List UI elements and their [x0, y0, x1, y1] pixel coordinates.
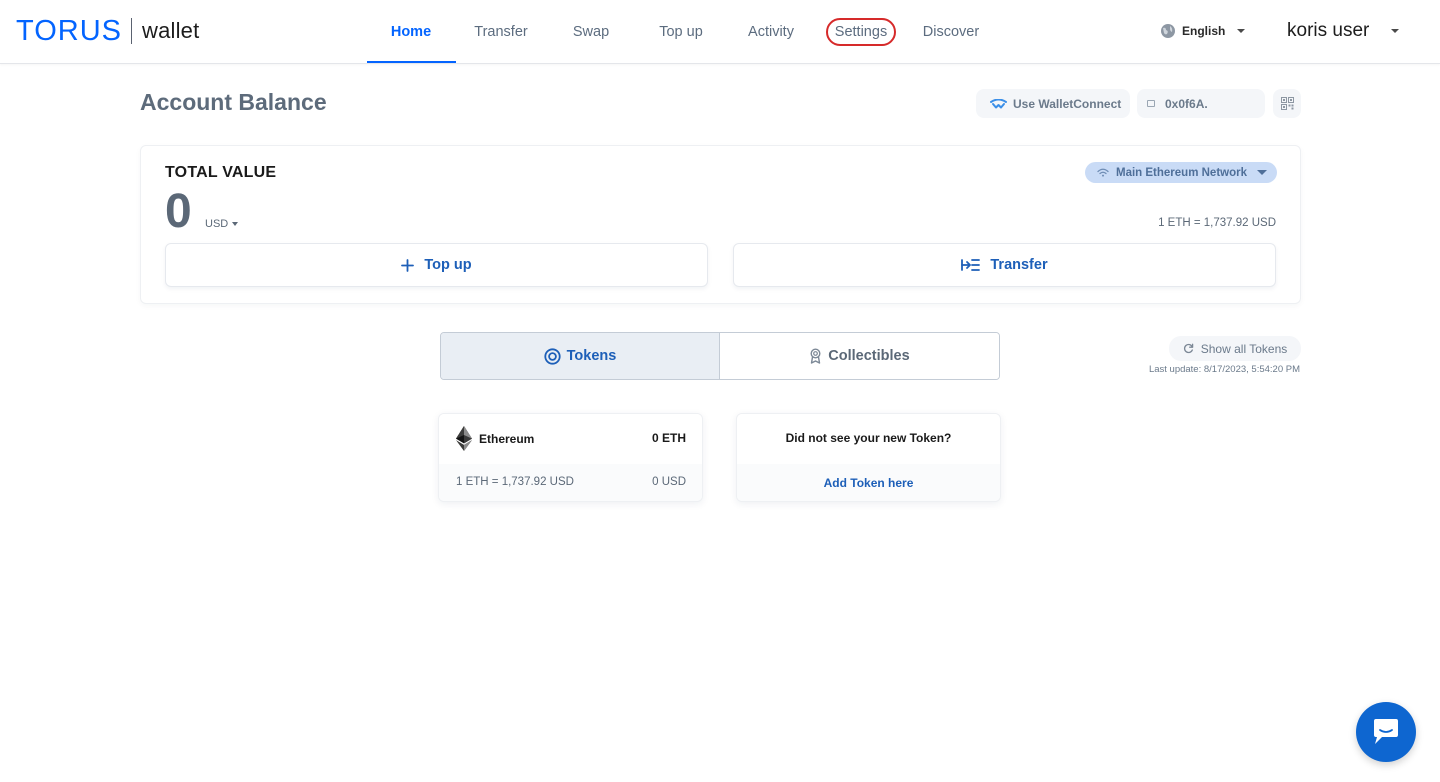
support-chat-button[interactable] — [1356, 702, 1416, 762]
plus-icon — [401, 258, 415, 272]
token-name: Ethereum — [479, 432, 535, 446]
currency-label: USD — [205, 218, 229, 230]
torus-wallet-logo[interactable]: TORUS wallet — [16, 16, 199, 46]
nav-transfer-label: Transfer — [474, 24, 528, 40]
show-all-tokens-label: Show all Tokens — [1200, 341, 1288, 356]
total-value-label: TOTAL VALUE — [165, 164, 277, 181]
show-all-tokens-button[interactable]: Show all Tokens — [1169, 336, 1301, 361]
nav-swap[interactable]: Swap — [546, 0, 636, 64]
qr-code-icon — [1280, 97, 1294, 110]
eth-usd-rate: 1 ETH = 1,737.92 USD — [1158, 217, 1276, 229]
chevron-down-icon — [1391, 29, 1400, 33]
chevron-down-icon — [1237, 29, 1246, 33]
address-copy-button[interactable]: 0x0f6A. — [1137, 89, 1265, 118]
tab-collectibles[interactable]: Collectibles — [720, 333, 999, 379]
asset-tabs: Tokens Collectibles — [440, 332, 1000, 380]
language-label: English — [1182, 24, 1226, 38]
language-selector[interactable]: English — [1160, 22, 1246, 40]
total-value-card: TOTAL VALUE 0 USD Main Ethereum Network … — [140, 145, 1301, 304]
qr-code-button[interactable] — [1273, 89, 1301, 118]
nav-settings-label: Settings — [834, 24, 888, 40]
add-token-header: Did not see your new Token? — [737, 414, 1000, 464]
chevron-down-icon — [1257, 170, 1267, 175]
network-selector[interactable]: Main Ethereum Network — [1085, 162, 1277, 183]
tab-tokens-label: Tokens — [566, 348, 617, 364]
currency-selector[interactable]: USD — [205, 218, 239, 230]
token-value-usd: 0 USD — [652, 476, 686, 488]
nav-discover-label: Discover — [922, 24, 980, 40]
refresh-icon — [1183, 343, 1193, 354]
collectibles-icon — [810, 348, 821, 364]
nav-swap-label: Swap — [572, 24, 610, 40]
walletconnect-icon — [990, 98, 1007, 108]
chat-icon — [1374, 719, 1398, 744]
nav-top-up-label: Top up — [659, 24, 703, 40]
transfer-label: Transfer — [990, 257, 1048, 273]
page-title: Account Balance — [140, 89, 327, 115]
tab-tokens[interactable]: Tokens — [441, 333, 720, 379]
tab-collectibles-label: Collectibles — [828, 348, 910, 364]
add-token-footer: Add Token here — [737, 464, 1000, 501]
last-update-timestamp: Last update: 8/17/2023, 5:54:20 PM — [1148, 364, 1300, 375]
total-value-amount: 0 — [165, 185, 192, 238]
main-nav: Home Transfer Swap Top up Activity Setti… — [366, 0, 996, 64]
network-label: Main Ethereum Network — [1116, 166, 1247, 179]
nav-home[interactable]: Home — [366, 0, 456, 64]
ethereum-icon — [456, 426, 472, 451]
add-token-card: Did not see your new Token? Add Token he… — [736, 413, 1001, 502]
logo-product-text: wallet — [141, 18, 200, 43]
network-signal-icon — [1097, 168, 1109, 177]
nav-settings[interactable]: Settings — [816, 0, 906, 64]
walletconnect-label: Use WalletConnect — [1013, 96, 1122, 111]
token-rate: 1 ETH = 1,737.92 USD — [456, 476, 574, 488]
token-card-footer: 1 ETH = 1,737.92 USD 0 USD — [439, 464, 702, 501]
user-menu[interactable]: koris user — [1287, 18, 1400, 44]
copy-icon — [1147, 100, 1155, 107]
nav-activity-label: Activity — [748, 24, 794, 40]
nav-transfer[interactable]: Transfer — [456, 0, 546, 64]
nav-activity[interactable]: Activity — [726, 0, 816, 64]
top-header: TORUS wallet Home Transfer Swap Top up A… — [0, 0, 1440, 64]
nav-home-label: Home — [390, 24, 432, 40]
user-name: koris user — [1287, 20, 1370, 41]
top-up-label: Top up — [424, 257, 472, 273]
wallet-address: 0x0f6A. — [1165, 96, 1208, 111]
add-token-question: Did not see your new Token? — [785, 431, 952, 445]
top-up-button[interactable]: Top up — [165, 243, 708, 287]
token-balance: 0 ETH — [651, 431, 686, 445]
token-card-ethereum[interactable]: Ethereum 0 ETH 1 ETH = 1,737.92 USD 0 US… — [438, 413, 703, 502]
chevron-down-icon — [232, 222, 239, 226]
transfer-button[interactable]: Transfer — [733, 243, 1276, 287]
token-card-header: Ethereum 0 ETH — [439, 414, 702, 464]
add-token-link[interactable]: Add Token here — [737, 476, 1000, 490]
transfer-icon — [961, 259, 981, 271]
walletconnect-button[interactable]: Use WalletConnect — [976, 89, 1130, 118]
logo-brand-text: TORUS — [16, 15, 122, 47]
token-coin-icon — [544, 347, 561, 365]
nav-discover[interactable]: Discover — [906, 0, 996, 64]
nav-top-up[interactable]: Top up — [636, 0, 726, 64]
globe-icon — [1161, 24, 1175, 38]
logo-divider — [130, 18, 132, 44]
